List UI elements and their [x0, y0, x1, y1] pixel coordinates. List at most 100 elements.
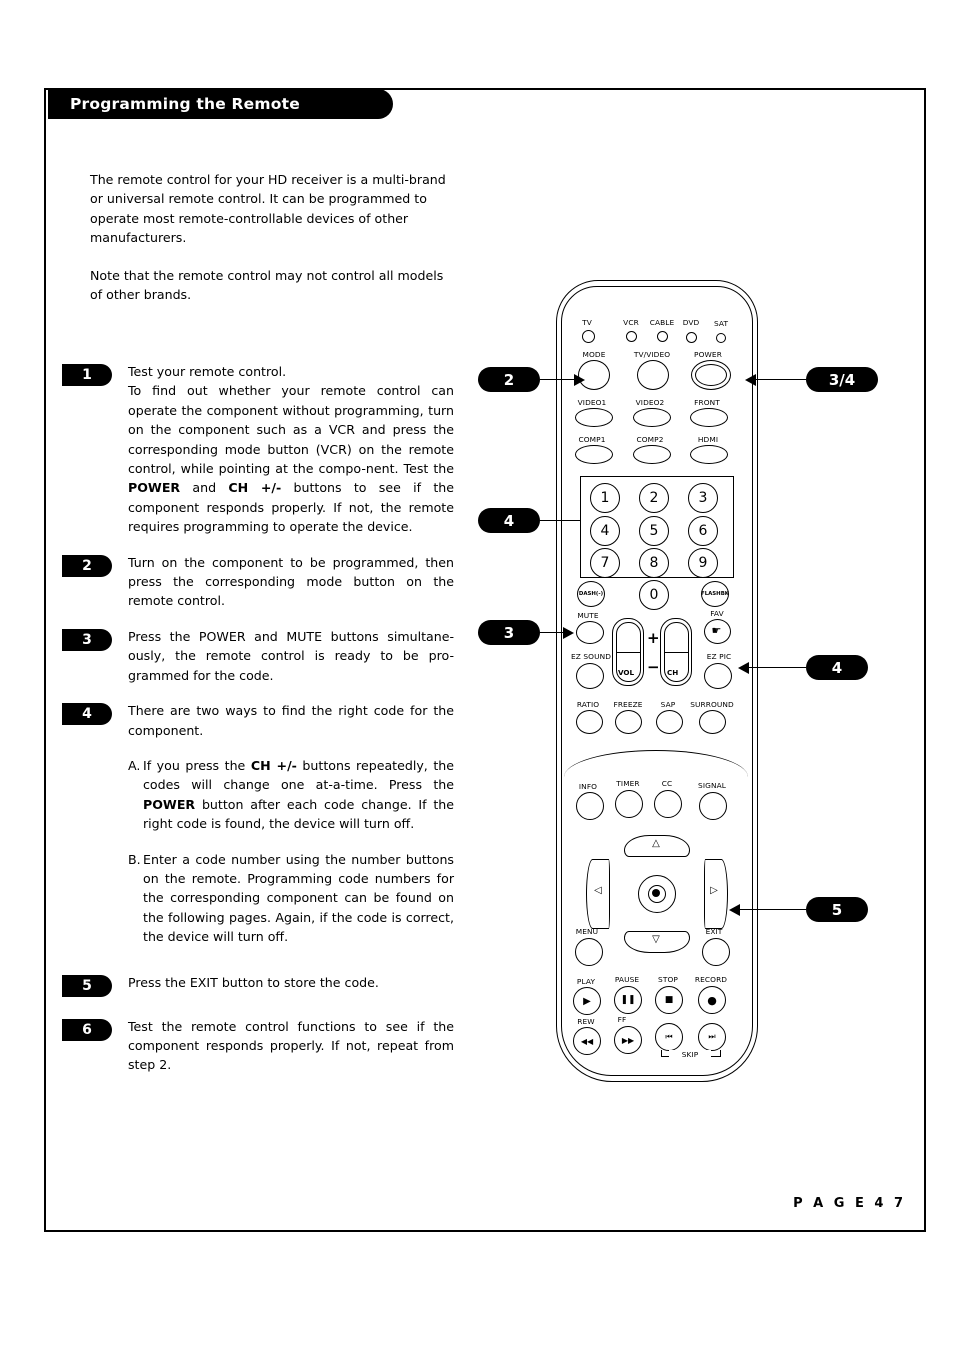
step-3-body: Press the POWER and MUTE buttons simulta…	[128, 628, 454, 683]
step-badge: 5	[62, 974, 112, 997]
keypad-button-6[interactable]: 6	[688, 516, 718, 546]
step-1-body: To find out whether your remote control …	[128, 383, 455, 535]
nav-down-icon: ▽	[652, 934, 660, 945]
section-header: Programming the Remote	[48, 89, 393, 119]
intro-paragraph-1: The remote control for your HD receiver …	[90, 172, 446, 246]
indicator-label-cable: CABLE	[649, 318, 675, 327]
dash-button[interactable]: DASH(-)	[577, 581, 605, 607]
volume-rocker-split	[616, 652, 640, 653]
callout-2: 2	[478, 367, 540, 392]
callout-5-leader	[740, 909, 806, 910]
fast-forward-button[interactable]: ▶▶	[614, 1026, 642, 1054]
button-label-exit: EXIT	[705, 927, 723, 936]
step-3: 3 Press the POWER and MUTE buttons simul…	[62, 627, 454, 685]
step-badge: 2	[62, 554, 112, 577]
step-2-body: Turn on the component to be programmed, …	[128, 554, 454, 609]
signal-button[interactable]	[699, 792, 727, 820]
comp2-button[interactable]	[633, 445, 671, 464]
intro-paragraph-2: Note that the remote control may not con…	[90, 267, 444, 303]
keypad-button-5[interactable]: 5	[639, 516, 669, 546]
callout-2-arrow	[574, 374, 585, 386]
indicator-label-tv: TV	[582, 318, 592, 327]
info-button[interactable]	[576, 792, 604, 820]
rewind-button[interactable]: ◀◀	[573, 1027, 601, 1055]
surround-button[interactable]	[699, 710, 726, 734]
button-label-record: RECORD	[694, 975, 728, 984]
button-label-rew: REW	[577, 1017, 595, 1026]
button-label-sap: SAP	[660, 700, 676, 709]
video2-button[interactable]	[633, 408, 671, 427]
flashbk-button[interactable]: FLASHBK	[701, 581, 729, 607]
exit-button[interactable]	[702, 938, 730, 966]
step-badge: 6	[62, 1018, 112, 1041]
nav-up-icon: △	[652, 838, 660, 849]
cc-button[interactable]	[654, 790, 682, 818]
intro-block: The remote control for your HD receiver …	[90, 170, 450, 322]
ratio-button[interactable]	[576, 710, 603, 734]
callout-3: 3	[478, 620, 540, 645]
button-label-front: FRONT	[694, 398, 720, 407]
freeze-button[interactable]	[615, 710, 642, 734]
button-label-ff: FF	[617, 1015, 627, 1024]
button-label-video1: VIDEO1	[577, 398, 607, 407]
mute-button[interactable]	[576, 621, 604, 644]
menu-button[interactable]	[575, 938, 603, 966]
keypad-button-7[interactable]: 7	[590, 548, 620, 578]
stop-button[interactable]: ■	[655, 986, 683, 1014]
power-button[interactable]	[695, 364, 727, 386]
button-label-stop: STOP	[658, 975, 678, 984]
button-label-surround: SURROUND	[690, 700, 734, 709]
callout-4-ezpic-arrow	[738, 662, 749, 674]
indicator-led-vcr	[626, 331, 637, 342]
keypad-button-2[interactable]: 2	[639, 483, 669, 513]
skip-forward-button[interactable]: ⏭	[698, 1023, 726, 1051]
video1-button[interactable]	[575, 408, 613, 427]
button-label-ratio: RATIO	[576, 700, 600, 709]
ok-center-dot	[652, 889, 660, 897]
hdmi-button[interactable]	[690, 445, 728, 464]
tv-video-button[interactable]	[637, 360, 669, 390]
manual-page: Programming the Remote The remote contro…	[0, 0, 954, 1351]
button-label-info: INFO	[578, 782, 598, 791]
callout-2-leader	[540, 379, 574, 380]
callout-4-ezpic: 4	[806, 655, 868, 680]
step-4-substeps: A. If you press the CH +/- buttons repea…	[128, 756, 454, 947]
callout-5: 5	[806, 897, 868, 922]
indicator-led-sat	[716, 333, 726, 343]
remote-control: TV VCR CABLE DVD SAT MODE TV/VIDEO POWER…	[556, 280, 758, 1082]
button-label-ez-pic: EZ PIC	[706, 652, 732, 661]
keypad-button-1[interactable]: 1	[590, 483, 620, 513]
button-label-tvvideo: TV/VIDEO	[633, 350, 671, 359]
callout-4-keypad-leader	[540, 520, 580, 521]
pause-button[interactable]: ❚❚	[614, 986, 642, 1014]
ez-pic-button[interactable]	[704, 663, 732, 689]
keypad-button-3[interactable]: 3	[688, 483, 718, 513]
comp1-button[interactable]	[575, 445, 613, 464]
step-5-body: Press the EXIT button to store the code.	[128, 974, 379, 990]
indicator-label-vcr: VCR	[623, 318, 639, 327]
keypad-button-8[interactable]: 8	[639, 548, 669, 578]
button-label-play: PLAY	[576, 977, 596, 986]
sap-button[interactable]	[656, 710, 683, 734]
timer-button[interactable]	[615, 790, 643, 818]
step-6: 6 Test the remote control functions to s…	[62, 1017, 454, 1075]
substep-a-body: If you press the CH +/- buttons repeated…	[143, 757, 454, 832]
front-button[interactable]	[690, 408, 728, 427]
keypad-button-9[interactable]: 9	[688, 548, 718, 578]
button-label-mute: MUTE	[577, 611, 599, 620]
step-4: 4 There are two ways to find the right c…	[62, 701, 454, 740]
indicator-led-tv	[582, 330, 595, 343]
button-label-comp1: COMP1	[578, 435, 606, 444]
play-button[interactable]: ▶	[573, 987, 601, 1015]
step-badge: 1	[62, 364, 112, 386]
ez-sound-button[interactable]	[576, 663, 604, 689]
callout-5-arrow	[729, 904, 740, 916]
keypad-button-0[interactable]: 0	[639, 580, 669, 610]
button-label-timer: TIMER	[616, 779, 640, 788]
skip-back-button[interactable]: ⏮	[655, 1023, 683, 1051]
record-button[interactable]: ●	[698, 986, 726, 1014]
step-badge: 3	[62, 628, 112, 651]
substep-a-letter: A.	[128, 757, 141, 773]
keypad-button-4[interactable]: 4	[590, 516, 620, 546]
button-label-power: POWER	[694, 350, 722, 359]
